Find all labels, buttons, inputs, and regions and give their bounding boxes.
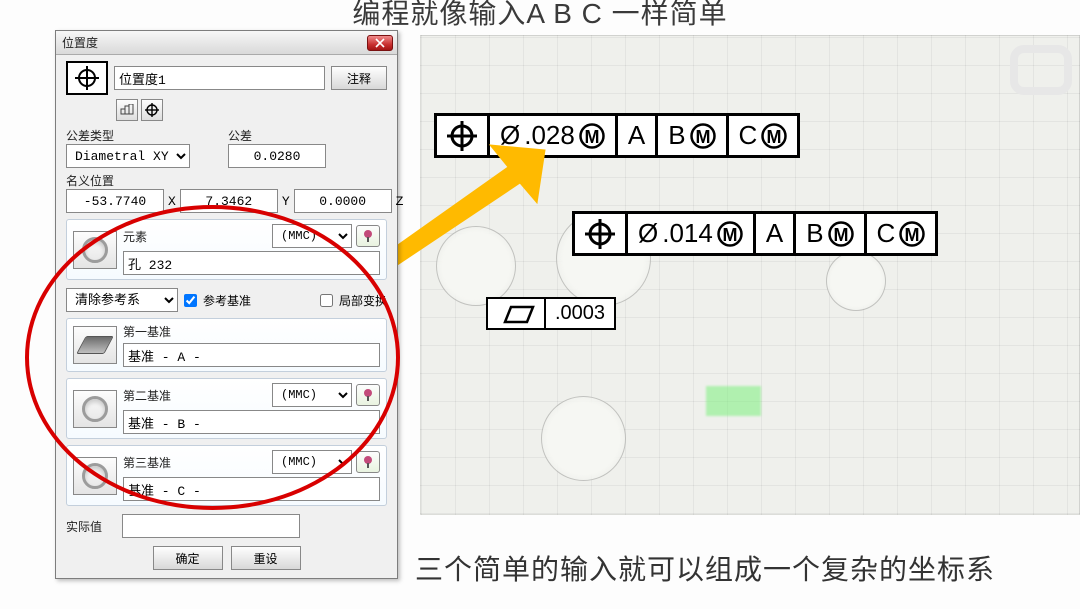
nominal-z-input[interactable] [294, 189, 392, 213]
svg-text:M: M [767, 127, 782, 147]
tool-iso-icon[interactable] [116, 99, 138, 121]
ref-datum-label: 参考基准 [203, 292, 251, 309]
local-xform-checkbox[interactable]: 局部变换 [316, 291, 387, 310]
tolerance-type-select[interactable]: Diametral XY [66, 144, 190, 168]
feature-name-input[interactable] [114, 66, 325, 90]
fcf1-tolerance: Ø .028 M [490, 116, 618, 155]
mmc-icon: M [717, 221, 743, 247]
tolerance-input[interactable] [228, 144, 326, 168]
datum2-probe-button[interactable] [356, 384, 380, 406]
nominal-label: 名义位置 [66, 172, 387, 189]
clear-ref-select[interactable]: 清除参考系 [66, 288, 178, 312]
datum3-label: 第三基准 [123, 454, 268, 471]
close-button[interactable] [367, 35, 393, 51]
y-label: Y [282, 194, 290, 209]
fcf2-b-label: B [806, 218, 823, 249]
datum1-block: 第一基准 [66, 318, 387, 372]
fcf1-b-label: B [668, 120, 685, 151]
datum1-pick-button[interactable] [73, 326, 117, 364]
mmc-icon: M [899, 221, 925, 247]
datum1-label: 第一基准 [123, 323, 380, 340]
datum3-value-input[interactable] [123, 477, 380, 501]
z-label: Z [396, 194, 404, 209]
svg-text:M: M [833, 225, 848, 245]
datum2-block: 第二基准 (MMC) [66, 378, 387, 439]
fcf1-datum-b: B M [658, 116, 728, 155]
svg-text:M: M [584, 127, 599, 147]
fcf-position-2: Ø .014 M A B M C M [572, 211, 938, 256]
mmc-icon: M [828, 221, 854, 247]
mmc-icon: M [690, 123, 716, 149]
top-caption: 编程就像输入A B C 一样简单 [0, 0, 1080, 32]
tolerance-label: 公差 [228, 127, 387, 144]
annotate-button[interactable]: 注释 [331, 66, 387, 90]
datum1-value-input[interactable] [123, 343, 380, 367]
feature-value-input[interactable] [123, 251, 380, 275]
feature-label: 元素 [123, 228, 268, 245]
position-dialog: 位置度 注释 [55, 30, 398, 579]
bottom-caption: 三个简单的输入就可以组成一个复杂的坐标系 [415, 548, 995, 588]
local-xform-checkbox-input[interactable] [320, 294, 333, 307]
mmc-icon: M [579, 123, 605, 149]
position-symbol-icon [66, 61, 108, 95]
datum2-pick-button[interactable] [73, 390, 117, 428]
flatness-icon [488, 299, 546, 328]
cad-drawing [420, 35, 1080, 515]
diameter-symbol: Ø [638, 218, 658, 249]
watermark-icon [1010, 45, 1072, 95]
reset-button[interactable]: 重设 [231, 546, 301, 570]
ref-datum-checkbox[interactable]: 参考基准 [180, 291, 314, 310]
diameter-symbol: Ø [500, 120, 520, 151]
fcf3-value: .0003 [546, 299, 614, 328]
fcf1-datum-c: C M [729, 116, 798, 155]
fcf2-value: .014 [662, 218, 713, 249]
datum2-label: 第二基准 [123, 387, 268, 404]
fcf1-datum-a: A [618, 116, 658, 155]
datum3-block: 第三基准 (MMC) [66, 445, 387, 506]
tolerance-type-label: 公差类型 [66, 127, 206, 144]
fcf-flatness: .0003 [486, 297, 616, 330]
feature-pick-button[interactable] [73, 231, 117, 269]
ref-datum-checkbox-input[interactable] [184, 294, 197, 307]
ok-button[interactable]: 确定 [153, 546, 223, 570]
fcf2-c-label: C [877, 218, 896, 249]
actual-label: 实际值 [66, 518, 116, 535]
fcf2-tolerance: Ø .014 M [628, 214, 756, 253]
datum3-pick-button[interactable] [73, 457, 117, 495]
local-xform-label: 局部变换 [339, 292, 387, 309]
feature-probe-button[interactable] [356, 225, 380, 247]
mmc-icon: M [761, 123, 787, 149]
fcf1-c-label: C [739, 120, 758, 151]
true-position-icon [575, 214, 628, 253]
svg-text:M: M [905, 225, 920, 245]
tool-position-icon[interactable] [141, 99, 163, 121]
datum2-value-input[interactable] [123, 410, 380, 434]
svg-text:M: M [695, 127, 710, 147]
datum2-mmc-select[interactable]: (MMC) [272, 383, 352, 407]
fcf2-datum-a: A [756, 214, 796, 253]
titlebar[interactable]: 位置度 [56, 31, 397, 55]
actual-value-input [122, 514, 300, 538]
dialog-title: 位置度 [62, 34, 98, 51]
nominal-y-input[interactable] [180, 189, 278, 213]
true-position-icon [437, 116, 490, 155]
fcf2-datum-c: C M [867, 214, 936, 253]
fcf1-value: .028 [524, 120, 575, 151]
nominal-x-input[interactable] [66, 189, 164, 213]
x-label: X [168, 194, 176, 209]
datum3-probe-button[interactable] [356, 451, 380, 473]
fcf-position-1: Ø .028 M A B M C M [434, 113, 800, 158]
feature-mmc-select[interactable]: (MMC) [272, 224, 352, 248]
datum3-mmc-select[interactable]: (MMC) [272, 450, 352, 474]
fcf2-datum-b: B M [796, 214, 866, 253]
feature-block: 元素 (MMC) [66, 219, 387, 280]
svg-text:M: M [722, 225, 737, 245]
